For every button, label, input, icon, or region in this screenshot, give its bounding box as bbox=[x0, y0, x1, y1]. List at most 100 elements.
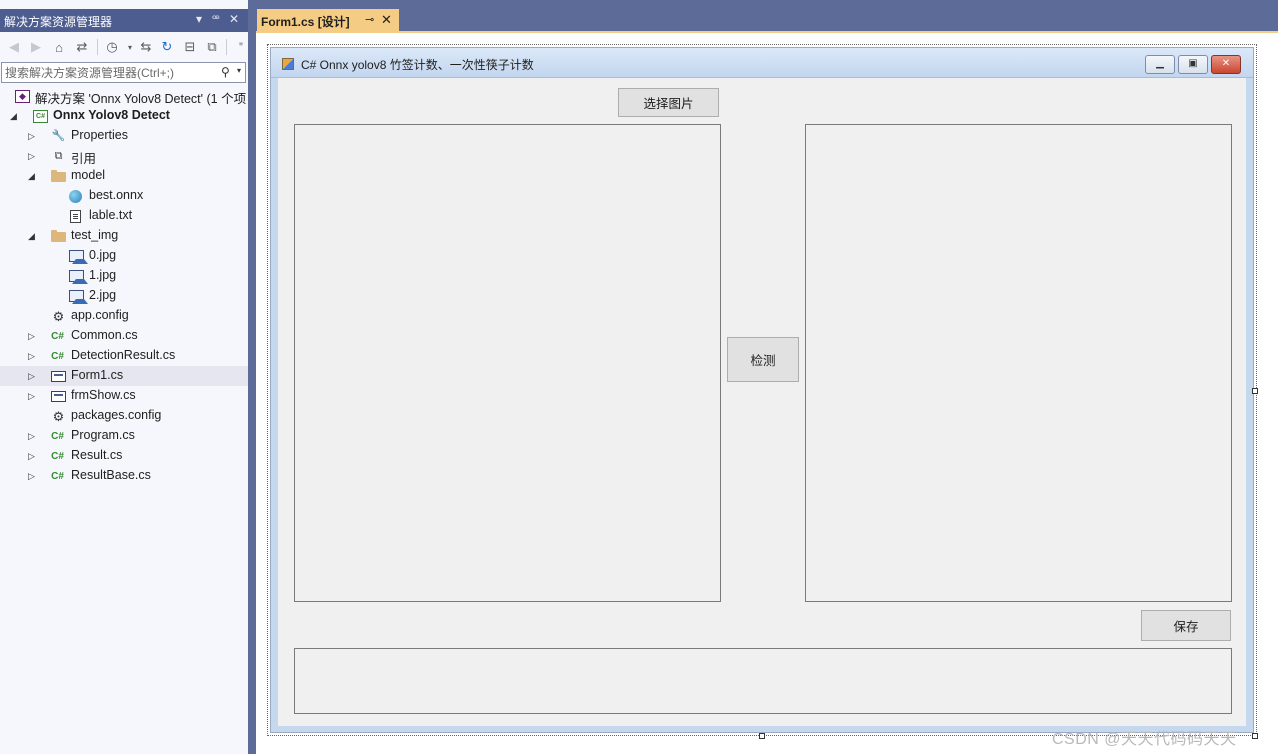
switch-views-icon[interactable]: ⇄ bbox=[73, 38, 91, 56]
tree-item-app-config[interactable]: ⚙ app.config bbox=[0, 306, 248, 326]
show-all-files-icon[interactable]: ⧉ bbox=[203, 38, 221, 56]
tree-item-packages-config[interactable]: ⚙ packages.config bbox=[0, 406, 248, 426]
pending-changes-icon[interactable]: ◷ bbox=[103, 38, 121, 56]
resize-handle-corner[interactable] bbox=[1252, 733, 1258, 739]
csharp-file-icon: C# bbox=[51, 451, 64, 462]
refresh-icon[interactable]: ↻ bbox=[158, 38, 176, 56]
tree-item-properties[interactable]: ▷ 🔧 Properties bbox=[0, 126, 248, 146]
tree-item-label: 解决方案 'Onnx Yolov8 Detect' (1 个项 bbox=[35, 92, 247, 106]
collapse-all-icon[interactable]: ⊟ bbox=[181, 38, 199, 56]
tree-item-references[interactable]: ▷ ⧉ 引用 bbox=[0, 146, 248, 166]
tree-item-common-cs[interactable]: ▷ C# Common.cs bbox=[0, 326, 248, 346]
tree-item-lable-txt[interactable]: lable.txt bbox=[0, 206, 248, 226]
tree-item-label: best.onnx bbox=[89, 188, 144, 202]
collapsed-icon[interactable]: ▷ bbox=[28, 430, 38, 442]
pin-icon[interactable]: ⊸ bbox=[365, 13, 374, 26]
tree-item-label: 0.jpg bbox=[89, 248, 117, 262]
output-textbox[interactable] bbox=[294, 648, 1232, 714]
save-button[interactable]: 保存 bbox=[1141, 610, 1231, 641]
tree-item-detectionresult-cs[interactable]: ▷ C# DetectionResult.cs bbox=[0, 346, 248, 366]
collapsed-icon[interactable]: ▷ bbox=[28, 350, 38, 362]
collapsed-icon[interactable]: ▷ bbox=[28, 330, 38, 342]
toolbar-separator bbox=[226, 39, 227, 55]
tree-item-form1-cs[interactable]: ▷ Form1.cs bbox=[0, 366, 248, 386]
tree-item-label: 引用 bbox=[71, 152, 97, 166]
pin-icon[interactable]: ꟹ bbox=[212, 12, 220, 26]
collapsed-icon[interactable]: ▷ bbox=[28, 470, 38, 482]
resize-handle-right[interactable] bbox=[1252, 388, 1258, 394]
sync-icon[interactable]: ⇆ bbox=[137, 38, 155, 56]
collapsed-icon[interactable]: ▷ bbox=[28, 390, 38, 402]
maximize-icon[interactable]: ▣ bbox=[1178, 55, 1208, 74]
tree-item-best-onnx[interactable]: best.onnx bbox=[0, 186, 248, 206]
tab-form1-design[interactable]: Form1.cs [设计] ⊸ ✕ bbox=[257, 9, 399, 32]
collapsed-icon[interactable]: ▷ bbox=[28, 130, 38, 142]
csharp-file-icon: C# bbox=[51, 471, 64, 482]
tree-item-label: Result.cs bbox=[71, 448, 123, 462]
dropdown-icon[interactable]: ▾ bbox=[196, 12, 202, 26]
tree-item-label: lable.txt bbox=[89, 208, 133, 222]
form-app-icon bbox=[282, 58, 294, 70]
tree-item-test-img-folder[interactable]: ◢ test_img bbox=[0, 226, 248, 246]
references-icon: ⧉ bbox=[54, 150, 63, 162]
collapsed-icon[interactable]: ▷ bbox=[28, 150, 38, 162]
tree-item-label: packages.config bbox=[71, 408, 162, 422]
expanded-icon[interactable]: ◢ bbox=[28, 230, 38, 242]
forward-icon[interactable]: ▶ bbox=[27, 38, 45, 56]
expanded-icon[interactable]: ◢ bbox=[28, 170, 38, 182]
solution-explorer-title: 解决方案资源管理器 bbox=[4, 15, 113, 29]
image-file-icon bbox=[69, 250, 88, 264]
tree-item-model-folder[interactable]: ◢ model bbox=[0, 166, 248, 186]
close-icon[interactable]: ✕ bbox=[229, 12, 239, 26]
tree-item-label: DetectionResult.cs bbox=[71, 348, 176, 362]
tree-item-solution[interactable]: ◆ 解决方案 'Onnx Yolov8 Detect' (1 个项 bbox=[0, 86, 248, 106]
solution-explorer-header: 解决方案资源管理器 ▾ ꟹ ✕ bbox=[0, 9, 248, 32]
image-file-icon bbox=[69, 270, 88, 284]
window-close-icon[interactable]: ✕ bbox=[1211, 55, 1241, 74]
designer-form[interactable]: C# Onnx yolov8 竹签计数、一次性筷子计数 ▁ ▣ ✕ 选择图片 检… bbox=[267, 44, 1257, 736]
tree-item-frmshow-cs[interactable]: ▷ frmShow.cs bbox=[0, 386, 248, 406]
select-image-button[interactable]: 选择图片 bbox=[618, 88, 719, 117]
tree-item-result-cs[interactable]: ▷ C# Result.cs bbox=[0, 446, 248, 466]
close-icon[interactable]: ✕ bbox=[381, 12, 392, 28]
csharp-file-icon: C# bbox=[51, 351, 64, 362]
solution-explorer-toolbar: ◀ ▶ ⌂ ⇄ ◷ ▾ ⇆ ↻ ⊟ ⧉ ꞌꞌ bbox=[0, 34, 248, 60]
tree-item-program-cs[interactable]: ▷ C# Program.cs bbox=[0, 426, 248, 446]
expanded-icon[interactable]: ◢ bbox=[10, 110, 20, 122]
search-icon[interactable]: ⚲ bbox=[221, 65, 235, 80]
tree-item-label: 1.jpg bbox=[89, 268, 117, 282]
solution-icon: ◆ bbox=[15, 90, 30, 103]
detect-button[interactable]: 检测 bbox=[727, 337, 799, 382]
search-input[interactable] bbox=[5, 64, 215, 81]
search-box[interactable]: ⚲ ▾ bbox=[1, 62, 246, 83]
source-picturebox[interactable] bbox=[294, 124, 721, 602]
form-file-icon bbox=[51, 391, 66, 402]
panel-splitter[interactable] bbox=[248, 0, 256, 754]
form-file-icon bbox=[51, 371, 66, 382]
folder-icon bbox=[51, 230, 66, 242]
config-file-icon: ⚙ bbox=[52, 409, 65, 424]
home-icon[interactable]: ⌂ bbox=[50, 38, 68, 56]
form-titlebar: C# Onnx yolov8 竹签计数、一次性筷子计数 ▁ ▣ ✕ bbox=[271, 48, 1253, 78]
minimize-icon[interactable]: ▁ bbox=[1145, 55, 1175, 74]
text-file-icon bbox=[70, 210, 81, 223]
config-file-icon: ⚙ bbox=[52, 309, 65, 324]
search-dropdown-icon[interactable]: ▾ bbox=[237, 66, 246, 79]
onnx-file-icon bbox=[69, 190, 82, 203]
form-title: C# Onnx yolov8 竹签计数、一次性筷子计数 bbox=[301, 58, 534, 72]
watermark-text: CSDN @天天代码码天天 bbox=[1052, 731, 1237, 748]
document-tab-bar: Form1.cs [设计] ⊸ ✕ bbox=[256, 0, 1278, 32]
tree-item-0-jpg[interactable]: 0.jpg bbox=[0, 246, 248, 266]
tree-item-2-jpg[interactable]: 2.jpg bbox=[0, 286, 248, 306]
image-file-icon bbox=[69, 290, 88, 304]
csharp-project-icon: C# bbox=[33, 110, 48, 123]
result-picturebox[interactable] bbox=[805, 124, 1232, 602]
collapsed-icon[interactable]: ▷ bbox=[28, 450, 38, 462]
tree-item-1-jpg[interactable]: 1.jpg bbox=[0, 266, 248, 286]
tree-item-resultbase-cs[interactable]: ▷ C# ResultBase.cs bbox=[0, 466, 248, 486]
tree-item-project[interactable]: ◢ C# Onnx Yolov8 Detect bbox=[0, 106, 248, 126]
tree-item-label: model bbox=[71, 168, 106, 182]
resize-handle-bottom[interactable] bbox=[759, 733, 765, 739]
back-icon[interactable]: ◀ bbox=[5, 38, 23, 56]
collapsed-icon[interactable]: ▷ bbox=[28, 370, 38, 382]
